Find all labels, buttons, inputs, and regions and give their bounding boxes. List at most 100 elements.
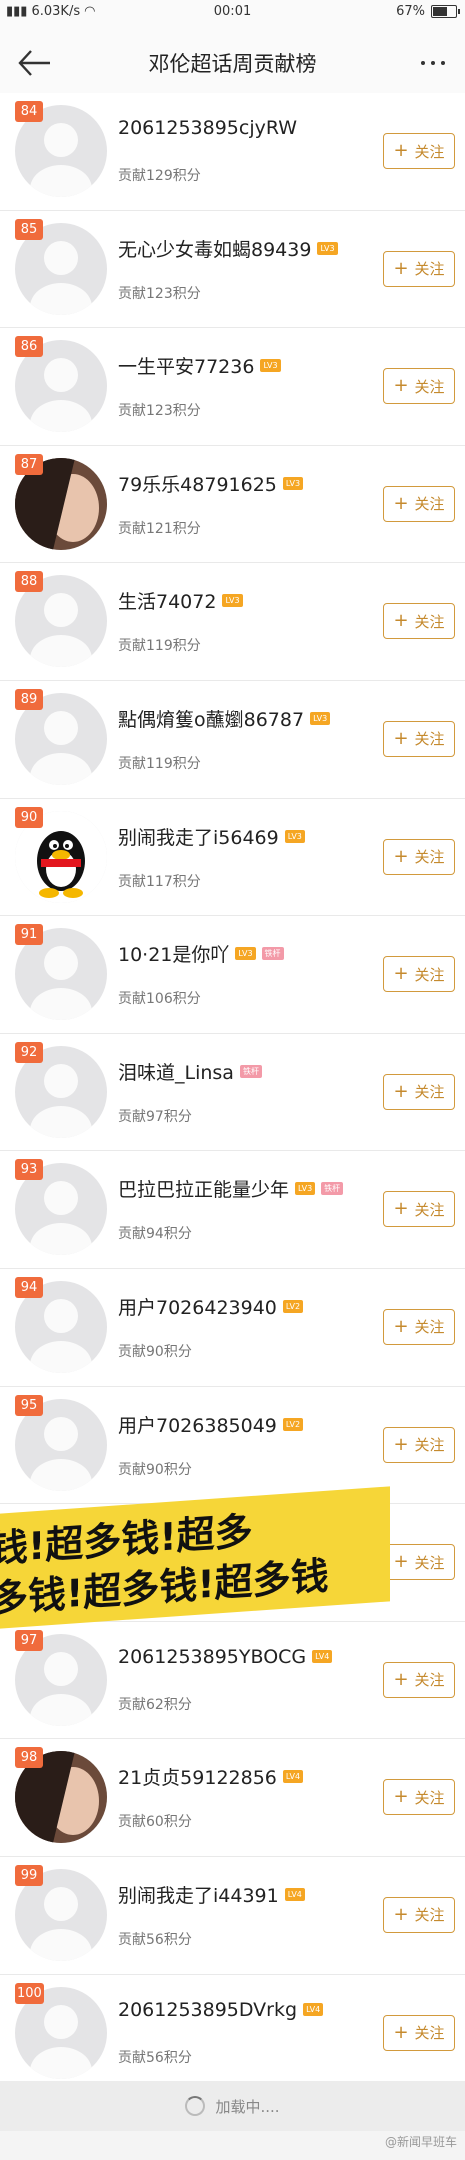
list-item[interactable]: 85 无心少女毒如蝎89439 LV3 贡献123积分 + 关注: [0, 210, 465, 329]
follow-button[interactable]: + 关注: [383, 2014, 455, 2051]
list-item[interactable]: 88 生活74072 LV3 贡献119积分 + 关注: [0, 563, 465, 681]
user-name[interactable]: 一生平安77236: [118, 352, 254, 379]
user-name-line: 无心少女毒如蝎89439 LV3: [118, 235, 338, 262]
follow-button[interactable]: + 关注: [383, 1779, 455, 1816]
list-item[interactable]: 94 用户7026423940 LV2 贡献90积分 + 关注: [0, 1268, 465, 1387]
follow-button[interactable]: + 关注: [383, 368, 455, 405]
loading-spinner-icon: [185, 2096, 206, 2116]
user-name[interactable]: 21贞贞59122856: [118, 1763, 277, 1790]
fan-badge: 铁杆: [239, 1064, 262, 1078]
rank-badge: 94: [15, 1276, 43, 1298]
contribution-score: 贡献60积分: [118, 1814, 192, 1831]
user-name[interactable]: 用户7026423940: [118, 1293, 277, 1320]
plus-icon: +: [393, 963, 409, 985]
sticker-text: 钱!超多钱!超多 多钱!超多钱!超多钱: [0, 1501, 329, 1625]
user-name[interactable]: 生活74072: [118, 587, 216, 614]
contribution-score: 贡献97积分: [118, 1108, 192, 1125]
follow-button[interactable]: + 关注: [383, 603, 455, 640]
user-name[interactable]: 泪味道_Linsa: [118, 1058, 234, 1085]
contribution-score: 贡献117积分: [118, 873, 201, 890]
follow-label: 关注: [414, 1200, 445, 1219]
list-item[interactable]: 92 泪味道_Linsa 铁杆 贡献97积分 + 关注: [0, 1033, 465, 1152]
user-name[interactable]: 别闹我走了i44391: [118, 1881, 279, 1908]
user-name[interactable]: 2061253895cjyRW: [118, 117, 297, 139]
plus-icon: +: [393, 2021, 409, 2043]
navigation-bar: 邓伦超话周贡献榜: [0, 24, 465, 103]
list-item[interactable]: 95 用户7026385049 LV2 贡献90积分 + 关注: [0, 1386, 465, 1505]
list-item[interactable]: 91 10·21是你吖 LV3 铁杆贡献106积分 + 关注: [0, 916, 465, 1034]
follow-button[interactable]: + 关注: [383, 133, 455, 169]
level-badge: LV3: [295, 1182, 316, 1196]
follow-button[interactable]: + 关注: [383, 485, 455, 522]
user-name[interactable]: 2061253895YBOCG: [118, 1646, 306, 1668]
user-name[interactable]: 别闹我走了i56469: [118, 823, 279, 850]
plus-icon: +: [393, 1551, 409, 1573]
rank-badge: 95: [15, 1394, 43, 1416]
rank-badge: 91: [15, 924, 43, 946]
user-name[interactable]: 用户7026385049: [118, 1411, 277, 1438]
user-name-line: 21贞贞59122856 LV4: [118, 1763, 304, 1790]
plus-icon: +: [393, 1903, 409, 1925]
follow-button[interactable]: + 关注: [383, 720, 455, 757]
contribution-score: 贡献123积分: [118, 403, 201, 420]
watermark: @新闻早班车: [384, 2135, 457, 2149]
follow-button[interactable]: + 关注: [383, 1191, 455, 1228]
follow-label: 关注: [414, 1436, 445, 1455]
level-badge: LV3: [260, 359, 281, 373]
user-name-line: 巴拉巴拉正能量少年 LV3 铁杆: [118, 1175, 344, 1202]
user-name[interactable]: 點偶焴篗o蘸嬼86787: [118, 705, 304, 732]
rank-badge: 85: [15, 218, 43, 240]
user-name[interactable]: 2061253895DVrkg: [118, 1999, 297, 2021]
rank-badge: 98: [15, 1747, 43, 1769]
follow-button[interactable]: + 关注: [383, 250, 455, 287]
user-name[interactable]: 79乐乐48791625: [118, 470, 277, 497]
list-item[interactable]: 84 2061253895cjyRW 贡献129积分 + 关注: [0, 93, 465, 211]
plus-icon: +: [393, 1433, 409, 1455]
follow-button[interactable]: + 关注: [383, 1073, 455, 1110]
follow-label: 关注: [414, 612, 445, 631]
contribution-score: 贡献119积分: [118, 638, 201, 655]
user-name[interactable]: 无心少女毒如蝎89439: [118, 235, 311, 262]
list-item[interactable]: 86 一生平安77236 LV3 贡献123积分 + 关注: [0, 328, 465, 446]
user-name[interactable]: 10·21是你吖: [118, 940, 229, 967]
level-badge: LV4: [284, 1887, 305, 1901]
contribution-score: 贡献62积分: [118, 1696, 192, 1713]
rank-badge: 99: [15, 1864, 43, 1886]
follow-button[interactable]: + 关注: [383, 1544, 455, 1581]
more-options-button[interactable]: [413, 44, 453, 82]
level-badge: LV3: [282, 476, 304, 490]
list-item[interactable]: 99 别闹我走了i44391 LV4 贡献56积分 + 关注: [0, 1856, 465, 1975]
list-item[interactable]: 89 點偶焴篗o蘸嬼86787 LV3 贡献119积分 + 关注: [0, 680, 465, 799]
user-name[interactable]: 巴拉巴拉正能量少年: [118, 1175, 289, 1202]
contribution-score: 贡献90积分: [118, 1461, 192, 1478]
contribution-score: 贡献106积分: [118, 991, 201, 1008]
contribution-score: 贡献90积分: [118, 1343, 192, 1360]
follow-label: 关注: [414, 495, 445, 514]
plus-icon: +: [393, 1786, 409, 1808]
user-name-line: 泪味道_Linsa 铁杆: [118, 1058, 262, 1085]
follow-button[interactable]: + 关注: [383, 1896, 455, 1933]
list-item[interactable]: 93 巴拉巴拉正能量少年 LV3 铁杆 贡献94积分 + 关注: [0, 1151, 465, 1269]
more-dots-icon: [421, 61, 425, 65]
rank-badge: 97: [15, 1629, 43, 1651]
plus-icon: +: [393, 610, 409, 632]
rank-badge: 89: [15, 688, 43, 710]
user-name-line: 2061253895DVrkg LV4: [118, 1999, 324, 2021]
follow-button[interactable]: + 关注: [383, 956, 455, 993]
list-item[interactable]: 97 2061253895YBOCG LV4 贡献62积分 + 关注: [0, 1621, 465, 1740]
contribution-score: 贡献94积分: [118, 1226, 192, 1243]
follow-button[interactable]: + 关注: [383, 1426, 455, 1463]
list-item[interactable]: 87 79乐乐48791625 LV3 贡献121积分 + 关注: [0, 445, 465, 564]
follow-button[interactable]: + 关注: [383, 838, 455, 875]
level-badge: LV3: [284, 829, 305, 843]
follow-button[interactable]: + 关注: [383, 1661, 455, 1698]
plus-icon: +: [393, 257, 409, 279]
follow-button[interactable]: + 关注: [383, 1308, 455, 1345]
user-name-line: 10·21是你吖 LV3 铁杆: [118, 940, 284, 967]
list-item[interactable]: 98 21贞贞59122856 LV4 贡献60积分 + 关注: [0, 1739, 465, 1857]
follow-label: 关注: [414, 730, 445, 749]
list-item[interactable]: 100 2061253895DVrkg LV4 贡献56积分 + 关注: [0, 1974, 465, 2093]
list-item[interactable]: 90 别闹我走了i56469 LV3 贡献117积分 + 关注: [0, 798, 465, 917]
plus-icon: +: [393, 375, 409, 397]
level-badge: LV4: [303, 2003, 324, 2016]
